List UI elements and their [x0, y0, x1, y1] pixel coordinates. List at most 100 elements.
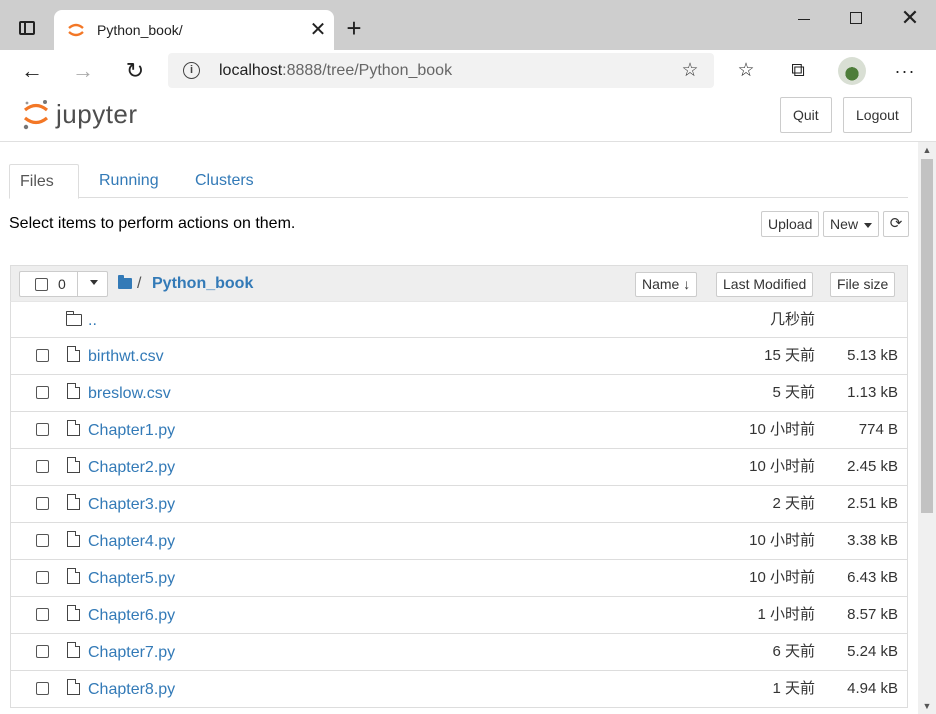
file-icon [67, 568, 80, 584]
breadcrumb-current-dir[interactable]: Python_book [152, 274, 253, 294]
main-content: Files Running Clusters Select items to p… [0, 142, 918, 714]
row-checkbox[interactable] [36, 608, 49, 621]
list-item[interactable]: Chapter3.py 2 天前 2.51 kB [10, 486, 908, 523]
file-size: 774 B [858, 421, 898, 438]
minimize-icon[interactable] [784, 4, 824, 34]
url-field[interactable]: i localhost:8888/tree/Python_book ☆ [168, 53, 714, 88]
jupyter-logo-icon [23, 100, 49, 130]
logout-button[interactable]: Logout [843, 97, 912, 133]
file-modified: 10 小时前 [749, 421, 815, 438]
list-item[interactable]: Chapter8.py 1 天前 4.94 kB [10, 671, 908, 708]
star-add-icon[interactable]: ☆ [678, 59, 702, 83]
folder-icon[interactable] [118, 275, 132, 289]
file-name-link[interactable]: breslow.csv [88, 385, 171, 403]
refresh-icon[interactable]: ⟳ [883, 211, 909, 237]
file-name-link[interactable]: Chapter4.py [88, 533, 175, 551]
file-size: 6.43 kB [847, 569, 898, 586]
list-item[interactable]: Chapter7.py 6 天前 5.24 kB [10, 634, 908, 671]
file-icon [67, 457, 80, 473]
file-name-link[interactable]: Chapter8.py [88, 681, 175, 699]
tab-actions-icon[interactable] [10, 13, 44, 43]
scroll-thumb[interactable] [921, 159, 933, 513]
file-name-link[interactable]: Chapter3.py [88, 496, 175, 514]
collections-icon[interactable]: ⧉ [782, 55, 814, 87]
jupyter-favicon-icon [68, 23, 84, 37]
arrow-right-icon[interactable]: → [67, 55, 99, 87]
row-checkbox[interactable] [36, 460, 49, 473]
row-checkbox[interactable] [36, 349, 49, 362]
row-checkbox[interactable] [36, 645, 49, 658]
maximize-icon[interactable] [836, 4, 876, 34]
list-item[interactable]: breslow.csv 5 天前 1.13 kB [10, 375, 908, 412]
file-list-header: 0 / Python_book Name ↓ Last Modified Fil… [10, 265, 908, 301]
sort-by-modified-button[interactable]: Last Modified [716, 272, 814, 297]
instructions-text: Select items to perform actions on them. [9, 215, 296, 232]
tab-title: Python_book/ [97, 22, 183, 38]
file-icon [67, 346, 80, 362]
file-icon [67, 420, 80, 436]
favorites-icon[interactable]: ☆ [730, 55, 762, 87]
list-item[interactable]: Chapter1.py 10 小时前 774 B [10, 412, 908, 449]
file-icon [67, 605, 80, 621]
tab-list: Files Running Clusters [9, 164, 908, 199]
profile-avatar[interactable] [836, 55, 868, 87]
tab-files[interactable]: Files [9, 164, 79, 199]
file-name-link[interactable]: birthwt.csv [88, 348, 164, 366]
file-size: 5.24 kB [847, 643, 898, 660]
file-icon [67, 679, 80, 695]
url-host: localhost [219, 62, 283, 79]
arrow-left-icon[interactable]: ← [16, 55, 48, 87]
file-name-link[interactable]: Chapter7.py [88, 644, 175, 662]
scroll-down-icon[interactable]: ▼ [918, 698, 936, 714]
jupyter-header: jupyter Quit Logout [0, 92, 936, 142]
file-name-link[interactable]: Chapter6.py [88, 607, 175, 625]
row-checkbox[interactable] [36, 534, 49, 547]
file-name-link[interactable]: Chapter1.py [88, 422, 175, 440]
file-size: 4.94 kB [847, 680, 898, 697]
file-name-link[interactable]: Chapter2.py [88, 459, 175, 477]
row-checkbox[interactable] [36, 497, 49, 510]
info-icon[interactable]: i [183, 62, 200, 79]
file-name-link[interactable]: .. [88, 312, 97, 330]
tab-clusters[interactable]: Clusters [185, 164, 264, 198]
sort-by-size-button[interactable]: File size [830, 272, 896, 297]
list-item[interactable]: .. 几秒前 [10, 301, 908, 338]
browser-tab[interactable]: Python_book/ ✕ [54, 10, 334, 50]
file-size: 3.38 kB [847, 532, 898, 549]
window-close-icon[interactable]: ✕ [890, 4, 930, 34]
list-item[interactable]: Chapter6.py 1 小时前 8.57 kB [10, 597, 908, 634]
row-checkbox[interactable] [36, 386, 49, 399]
upload-button[interactable]: Upload [761, 211, 820, 237]
url-text[interactable]: localhost:8888/tree/Python_book [219, 61, 452, 81]
list-item[interactable]: birthwt.csv 15 天前 5.13 kB [10, 338, 908, 375]
scroll-up-icon[interactable]: ▲ [918, 142, 936, 158]
list-item[interactable]: Chapter5.py 10 小时前 6.43 kB [10, 560, 908, 597]
list-item[interactable]: Chapter4.py 10 小时前 3.38 kB [10, 523, 908, 560]
row-checkbox[interactable] [36, 423, 49, 436]
row-checkbox[interactable] [36, 571, 49, 584]
row-checkbox[interactable] [36, 682, 49, 695]
jupyter-logo[interactable]: jupyter [22, 97, 138, 131]
browser-tab-bar: Python_book/ ✕ + ✕ [0, 0, 936, 50]
new-label: New [830, 216, 859, 232]
file-modified: 1 天前 [772, 680, 815, 697]
reload-icon[interactable]: ↻ [119, 55, 151, 87]
sort-by-name-button[interactable]: Name ↓ [635, 272, 698, 297]
new-dropdown-button[interactable]: New [823, 211, 879, 237]
more-icon[interactable]: ··· [889, 55, 921, 87]
file-name-link[interactable]: Chapter5.py [88, 570, 175, 588]
file-size: 8.57 kB [847, 606, 898, 623]
file-size: 1.13 kB [847, 384, 898, 401]
scrollbar[interactable]: ▲ ▼ [918, 142, 936, 714]
select-menu-toggle[interactable] [77, 272, 107, 296]
file-modified: 15 天前 [764, 347, 815, 364]
quit-button[interactable]: Quit [780, 97, 832, 133]
new-tab-icon[interactable]: + [338, 14, 370, 44]
jupyter-logo-text: jupyter [56, 98, 138, 129]
list-item[interactable]: Chapter2.py 10 小时前 2.45 kB [10, 449, 908, 486]
tab-running[interactable]: Running [89, 164, 169, 198]
select-all-checkbox[interactable] [35, 278, 48, 291]
file-list: 0 / Python_book Name ↓ Last Modified Fil… [10, 265, 908, 708]
breadcrumb-separator: / [137, 275, 142, 292]
tab-close-icon[interactable]: ✕ [306, 18, 330, 42]
